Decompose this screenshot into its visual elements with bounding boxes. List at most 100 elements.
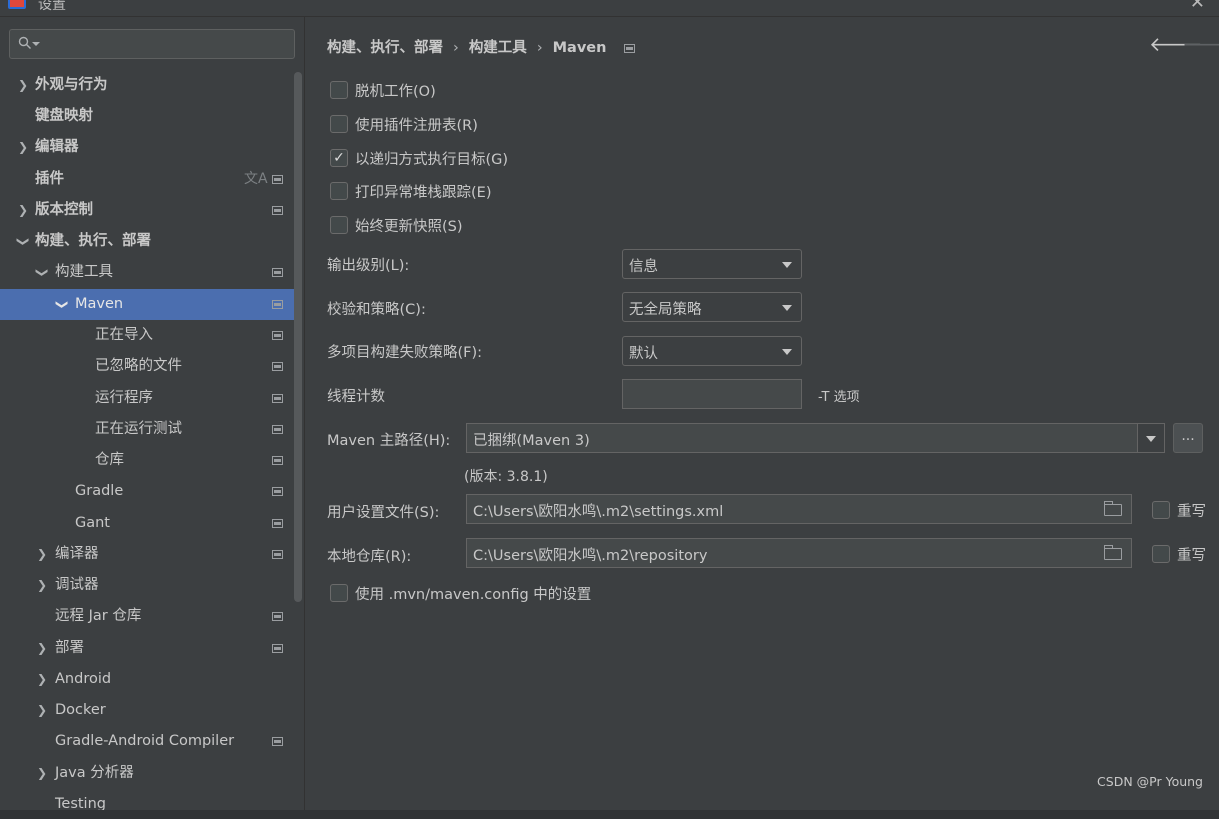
project-scope-icon xyxy=(272,737,283,746)
user-settings-input[interactable]: C:\Users\欧阳水鸣\.m2\settings.xml xyxy=(466,494,1132,524)
sidebar-item-repositories[interactable]: 仓库 xyxy=(0,445,305,476)
maven-home-browse-button[interactable]: ... xyxy=(1173,423,1203,453)
app-icon xyxy=(8,0,26,9)
checkbox-label: 打印异常堆栈跟踪(E) xyxy=(355,185,492,201)
sidebar-item-editor[interactable]: ❯ 编辑器 xyxy=(0,132,305,163)
folder-icon[interactable] xyxy=(1104,501,1122,516)
checkbox-box[interactable] xyxy=(1152,501,1170,519)
chevron-down-icon xyxy=(782,349,792,355)
sidebar-item-label: 正在导入 xyxy=(95,327,153,343)
sidebar-item-ignored-files[interactable]: 已忽略的文件 xyxy=(0,351,305,382)
chevron-right-icon: ❯ xyxy=(36,547,48,561)
search-icon xyxy=(18,36,31,49)
sidebar-item-label: 键盘映射 xyxy=(35,108,93,124)
checkbox-box[interactable] xyxy=(330,584,348,602)
sidebar-item-compiler[interactable]: ❯ 编译器 xyxy=(0,539,305,570)
checkbox-box[interactable] xyxy=(330,182,348,200)
multiproject-select[interactable]: 默认 xyxy=(622,336,802,366)
breadcrumb-item-current: Maven xyxy=(552,40,607,56)
checkbox-box[interactable] xyxy=(330,115,348,133)
sidebar-item-debugger[interactable]: ❯ 调试器 xyxy=(0,570,305,601)
select-value: 信息 xyxy=(629,259,658,275)
project-scope-icon xyxy=(272,425,283,434)
sidebar-item-label: 仓库 xyxy=(95,452,124,468)
sidebar-item-docker[interactable]: ❯ Docker xyxy=(0,695,305,726)
threads-label: 线程计数 xyxy=(327,389,385,405)
sidebar-item-label: 编辑器 xyxy=(35,139,79,155)
sidebar-item-gradle-android-compiler[interactable]: Gradle-Android Compiler xyxy=(0,726,305,757)
checkbox-box[interactable] xyxy=(330,81,348,99)
sidebar-item-vcs[interactable]: ❯ 版本控制 xyxy=(0,195,305,226)
breadcrumb-item[interactable]: 构建、执行、部署 xyxy=(327,36,443,57)
sidebar-item-appearance[interactable]: ❯ 外观与行为 xyxy=(0,70,305,101)
maven-version-text: (版本: 3.8.1) xyxy=(464,469,548,485)
sidebar-item-running-tests[interactable]: 正在运行测试 xyxy=(0,414,305,445)
sidebar-item-label: 已忽略的文件 xyxy=(95,358,182,374)
sidebar-item-deployment[interactable]: ❯ 部署 xyxy=(0,633,305,664)
folder-icon[interactable] xyxy=(1104,545,1122,560)
breadcrumb-separator-icon: › xyxy=(536,40,543,56)
chevron-right-icon: ❯ xyxy=(17,140,29,154)
sidebar-item-label: Maven xyxy=(75,296,124,312)
sidebar-item-label: 编译器 xyxy=(55,546,99,562)
project-scope-icon xyxy=(272,331,283,340)
window-title: 设置 xyxy=(38,0,66,13)
sidebar-item-android[interactable]: ❯ Android xyxy=(0,664,305,695)
sidebar-item-label: Gradle-Android Compiler xyxy=(55,733,235,749)
checkbox-box[interactable] xyxy=(1152,545,1170,563)
check-icon[interactable]: ✓ xyxy=(330,149,348,167)
sidebar-item-label: Android xyxy=(55,671,112,687)
project-scope-icon xyxy=(272,519,283,528)
chevron-right-icon: ❯ xyxy=(36,578,48,592)
checksum-select[interactable]: 无全局策略 xyxy=(622,292,802,322)
sidebar-item-label: Gant xyxy=(75,515,110,531)
local-repo-input[interactable]: C:\Users\欧阳水鸣\.m2\repository xyxy=(466,538,1132,568)
sidebar-item-gant[interactable]: Gant xyxy=(0,508,305,539)
chevron-down-icon: ❯ xyxy=(16,236,31,247)
forward-arrow-icon[interactable]: 🡒 xyxy=(1182,32,1219,56)
sidebar-item-importing[interactable]: 正在导入 xyxy=(0,320,305,351)
sidebar-item-label: 部署 xyxy=(55,640,84,656)
sidebar-item-remote-jar[interactable]: 远程 Jar 仓库 xyxy=(0,601,305,632)
project-scope-icon xyxy=(272,362,283,371)
project-scope-icon xyxy=(272,644,283,653)
search-dropdown-icon xyxy=(32,42,40,46)
breadcrumb-separator-icon: › xyxy=(453,40,459,56)
sidebar-item-label: 构建工具 xyxy=(55,264,113,280)
project-scope-icon xyxy=(272,175,283,184)
sidebar-item-build-tools[interactable]: ❯ 构建工具 xyxy=(0,257,305,288)
watermark: CSDN @Pr Young xyxy=(1097,774,1203,789)
combo-value: 已捆绑(Maven 3) xyxy=(473,433,590,449)
input-value: C:\Users\欧阳水鸣\.m2\repository xyxy=(473,548,708,564)
checkbox-label: 使用 .mvn/maven.config 中的设置 xyxy=(355,587,592,603)
close-icon[interactable]: ✕ xyxy=(1190,0,1205,13)
chevron-right-icon: ❯ xyxy=(36,766,48,780)
sidebar-item-maven[interactable]: ❯ Maven xyxy=(0,289,302,320)
checkbox-box[interactable] xyxy=(330,216,348,234)
sidebar-item-gradle[interactable]: Gradle xyxy=(0,476,305,507)
project-scope-icon xyxy=(624,43,636,53)
project-scope-icon xyxy=(272,612,283,621)
sidebar-item-label: Java 分析器 xyxy=(55,765,134,781)
search-input[interactable] xyxy=(9,29,295,59)
sidebar-item-build[interactable]: ❯ 构建、执行、部署 xyxy=(0,226,305,257)
breadcrumb-item[interactable]: 构建工具 xyxy=(469,36,527,57)
main-panel: 构建、执行、部署 › 构建工具 › Maven 🡐 🡒 脱机工作(O) 使用插件注册表(… xyxy=(306,17,1219,819)
sidebar-item-label: Docker xyxy=(55,702,106,718)
sidebar-item-label: Gradle xyxy=(75,483,124,499)
maven-home-combo[interactable]: 已捆绑(Maven 3) xyxy=(466,423,1138,453)
project-scope-icon xyxy=(272,487,283,496)
chevron-down-icon xyxy=(782,262,792,268)
sidebar-item-runner[interactable]: 运行程序 xyxy=(0,383,305,414)
chevron-down-icon: ❯ xyxy=(35,267,50,278)
select-value: 无全局策略 xyxy=(629,302,702,318)
maven-home-dropdown-button[interactable] xyxy=(1137,423,1165,453)
sidebar-item-keymap[interactable]: 键盘映射 xyxy=(0,101,305,132)
chevron-right-icon: ❯ xyxy=(17,78,29,92)
chevron-down-icon: ❯ xyxy=(55,299,70,310)
sidebar-scrollbar[interactable] xyxy=(294,72,302,602)
output-level-select[interactable]: 信息 xyxy=(622,249,802,279)
sidebar-item-java-profiler[interactable]: ❯ Java 分析器 xyxy=(0,758,305,789)
threads-input[interactable] xyxy=(622,379,802,409)
sidebar-item-plugins[interactable]: 插件 文A xyxy=(0,164,305,195)
